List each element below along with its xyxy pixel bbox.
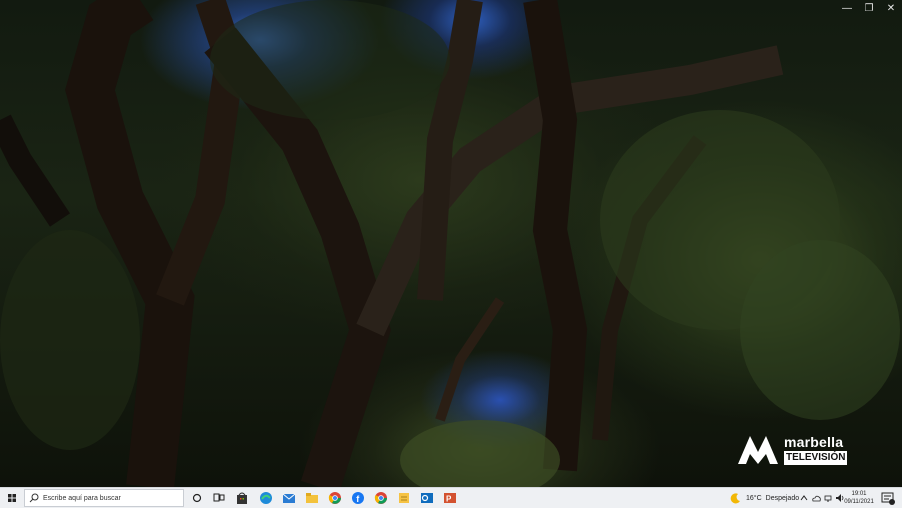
window-controls: — ❐ ✕ bbox=[836, 0, 902, 18]
edge-icon[interactable] bbox=[258, 490, 274, 506]
clock-time: 19:01 bbox=[851, 491, 867, 497]
facebook-icon[interactable]: f bbox=[350, 490, 366, 506]
cortana-circle-icon[interactable] bbox=[189, 490, 205, 506]
chrome-icon[interactable] bbox=[327, 490, 343, 506]
marbella-m-logo-icon bbox=[738, 436, 778, 464]
start-button[interactable] bbox=[2, 488, 22, 508]
powerpoint-icon[interactable]: P bbox=[442, 490, 458, 506]
search-icon bbox=[29, 493, 39, 503]
svg-text:P: P bbox=[446, 495, 452, 504]
close-button[interactable]: ✕ bbox=[880, 0, 902, 18]
restore-button[interactable]: ❐ bbox=[858, 0, 880, 18]
logo-sub-text: TELEVISIÓN bbox=[784, 451, 848, 465]
weather-temp: 16°C bbox=[746, 494, 762, 502]
file-explorer-icon[interactable] bbox=[304, 490, 320, 506]
weather-moon-icon bbox=[730, 493, 740, 504]
search-placeholder: Escribe aquí para buscar bbox=[43, 494, 121, 502]
taskbar: Escribe aquí para buscar f P 16°C Despej… bbox=[0, 487, 902, 508]
taskbar-clock[interactable]: 19:01 09/11/2021 bbox=[842, 490, 876, 506]
notification-center-icon[interactable] bbox=[880, 490, 896, 506]
system-tray bbox=[799, 488, 845, 508]
chevron-up-icon[interactable] bbox=[799, 493, 809, 503]
notes-icon[interactable] bbox=[396, 490, 412, 506]
logo-brand-text: marbella bbox=[784, 434, 844, 450]
weather-widget[interactable]: 16°C Despejado bbox=[730, 488, 799, 508]
chrome-icon[interactable] bbox=[373, 490, 389, 506]
network-icon[interactable] bbox=[823, 493, 833, 503]
video-frame: — ❐ ✕ marbella TELEVISIÓN bbox=[0, 0, 902, 487]
mail-icon[interactable] bbox=[281, 490, 297, 506]
taskbar-search-box[interactable]: Escribe aquí para buscar bbox=[24, 489, 184, 507]
weather-desc: Despejado bbox=[765, 494, 800, 502]
minimize-button[interactable]: — bbox=[836, 0, 858, 18]
clock-date: 09/11/2021 bbox=[844, 499, 874, 505]
marbella-television-logo: marbella TELEVISIÓN bbox=[736, 432, 856, 468]
task-view-icon[interactable] bbox=[211, 490, 227, 506]
windows-logo-icon bbox=[8, 494, 16, 502]
store-icon[interactable] bbox=[234, 490, 250, 506]
onedrive-cloud-icon[interactable] bbox=[811, 493, 821, 503]
forest-scene bbox=[0, 0, 900, 487]
outlook-icon[interactable] bbox=[419, 490, 435, 506]
